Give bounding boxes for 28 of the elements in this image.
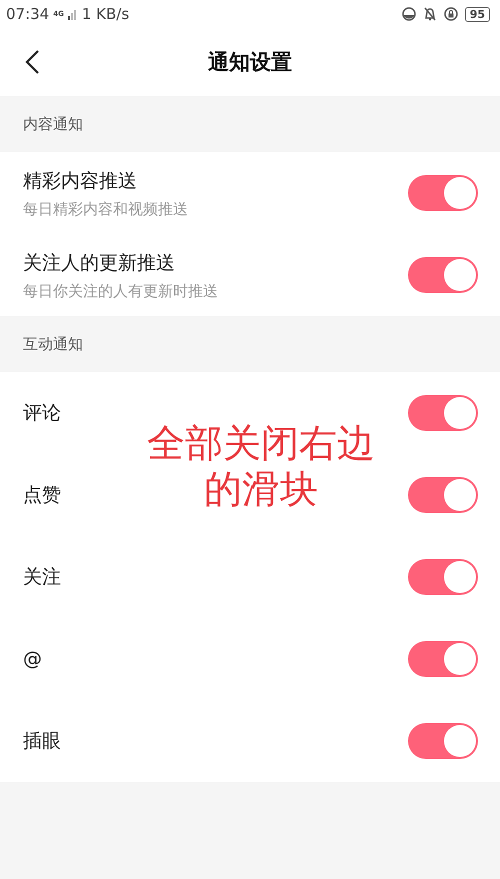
setting-label: 关注人的更新推送	[23, 250, 175, 276]
lock-icon	[444, 7, 458, 21]
annotation-text: 全部关闭右边的滑块	[146, 420, 376, 512]
section-title: 内容通知	[23, 114, 83, 134]
section-title: 互动通知	[23, 334, 83, 354]
toggle-switch[interactable]	[408, 641, 478, 677]
toggle-switch[interactable]	[408, 723, 478, 759]
toggle-switch[interactable]	[408, 395, 478, 431]
signal-icon	[68, 8, 78, 20]
chevron-left-icon	[24, 49, 40, 75]
network-speed: 1 KB/s	[82, 5, 130, 23]
page-title: 通知设置	[208, 50, 292, 74]
setting-label: 精彩内容推送	[23, 168, 137, 194]
setting-label: @	[23, 648, 42, 670]
setting-label: 点赞	[23, 483, 61, 508]
setting-description: 每日你关注的人有更新时推送	[23, 282, 218, 300]
setting-label: 关注	[23, 565, 61, 590]
setting-label: 评论	[23, 401, 61, 426]
toggle-switch[interactable]	[408, 477, 478, 513]
clock-time: 07:34	[6, 5, 50, 23]
battery-level: 95	[464, 6, 490, 22]
toggle-switch[interactable]	[408, 559, 478, 595]
setting-description: 每日精彩内容和视频推送	[23, 200, 188, 218]
toggle-switch[interactable]	[408, 257, 478, 293]
bell-off-icon	[422, 7, 437, 21]
setting-label: 插眼	[23, 729, 61, 754]
toggle-switch[interactable]	[408, 175, 478, 211]
half-circle-icon	[402, 7, 416, 21]
